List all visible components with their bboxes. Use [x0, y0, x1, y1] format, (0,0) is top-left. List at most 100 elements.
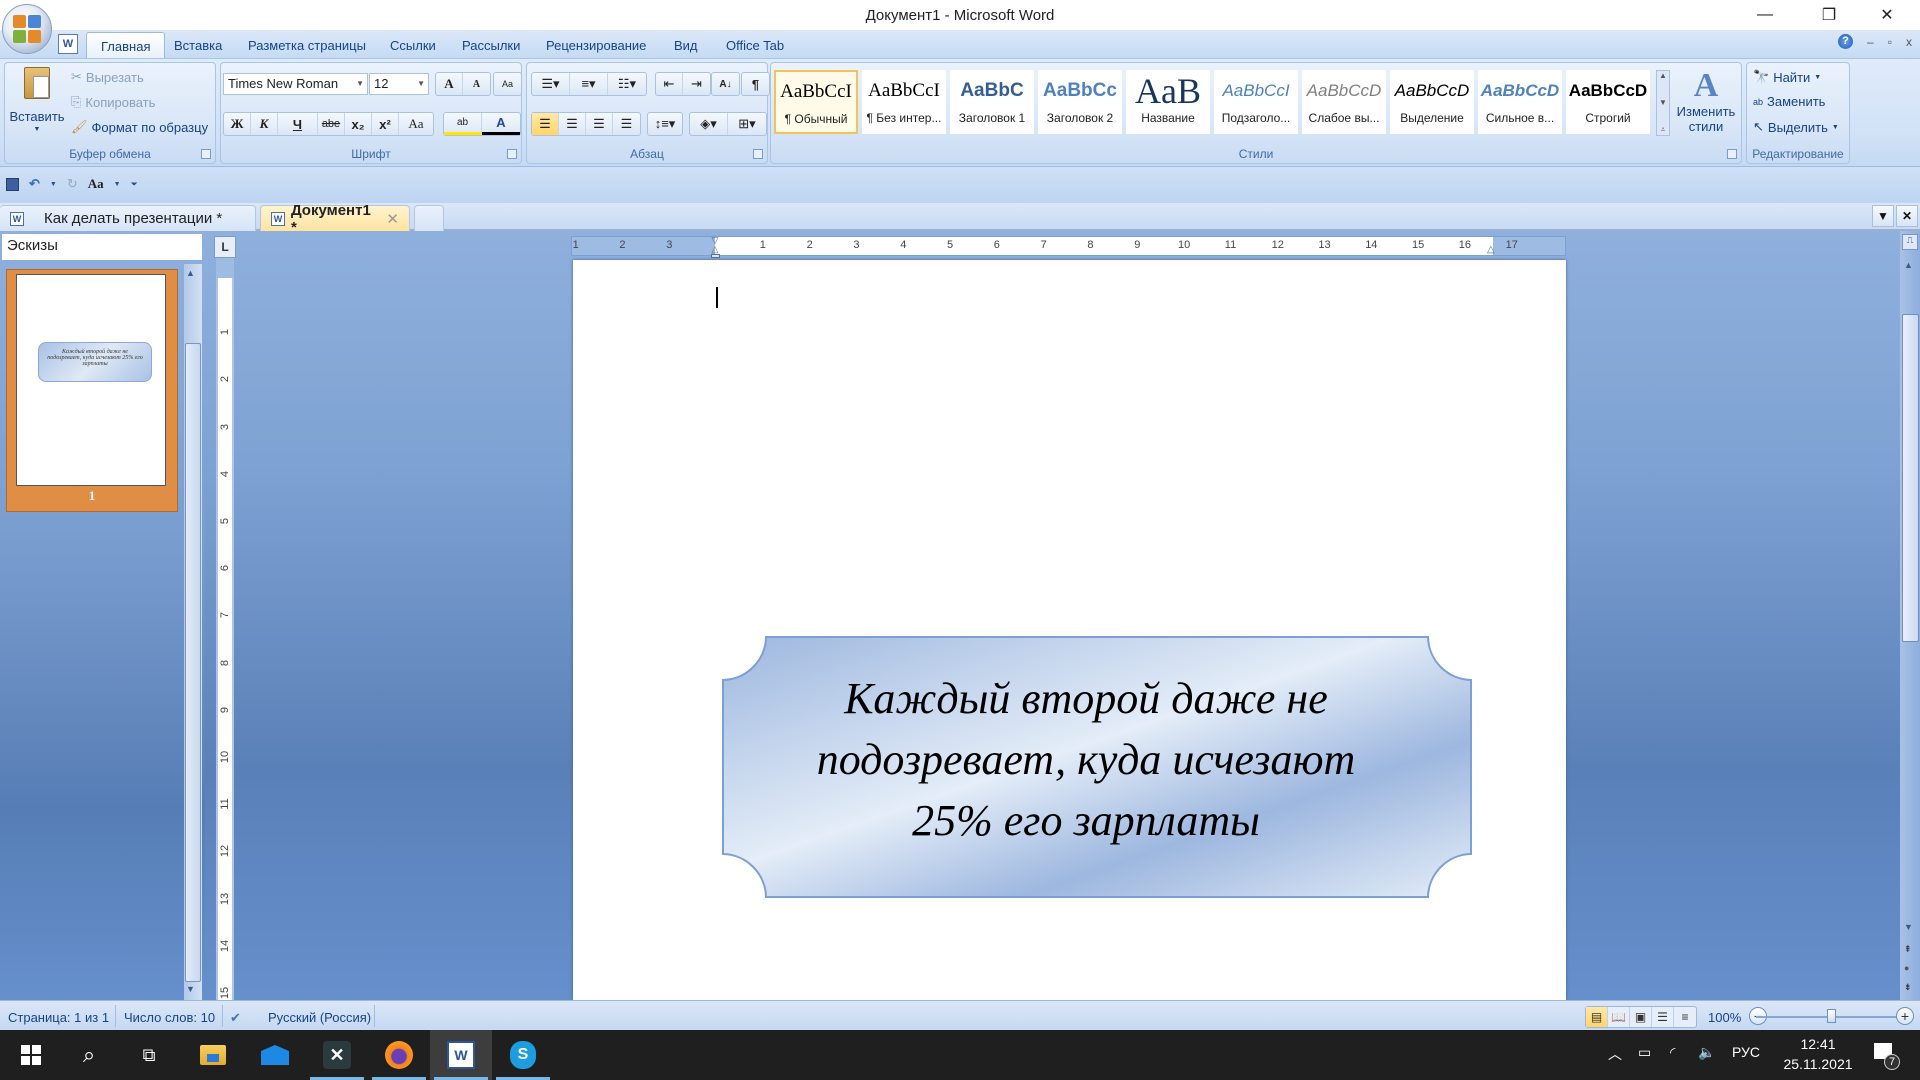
scroll-down-icon[interactable]: ▼	[186, 984, 195, 994]
close-document-button[interactable]: ✕	[1896, 205, 1918, 227]
volume-icon[interactable]: 🔈	[1698, 1044, 1715, 1061]
draft-view-button[interactable]: ≡	[1674, 1007, 1696, 1027]
tab-office-tab[interactable]: Office Tab	[712, 32, 798, 59]
language-status[interactable]: Русский (Россия)	[268, 1010, 371, 1025]
word-count-status[interactable]: Число слов: 10	[124, 1010, 215, 1025]
dropdown-icon[interactable]: ▼	[50, 181, 57, 188]
save-icon[interactable]	[6, 177, 19, 191]
doc-tab-presentations[interactable]: W Как делать презентации *	[0, 205, 256, 231]
align-center-button[interactable]: ☰	[559, 113, 586, 135]
close-tab-icon[interactable]: ✕	[386, 210, 399, 228]
copy-button[interactable]: ⎘ Копировать	[71, 94, 155, 110]
tab-insert[interactable]: Вставка	[160, 32, 236, 59]
bold-button[interactable]: Ж	[224, 113, 251, 135]
redo-icon[interactable]: ↻	[67, 176, 78, 192]
tab-home[interactable]: Главная	[86, 32, 166, 59]
right-indent-marker[interactable]: △	[1487, 244, 1495, 255]
style-strong[interactable]: AaBbCcD Строгий	[1566, 70, 1650, 134]
bullets-button[interactable]: ☰▾	[532, 73, 570, 95]
strikethrough-button[interactable]: abe	[318, 113, 345, 135]
style-emphasis[interactable]: AaBbCcD Выделение	[1390, 70, 1474, 134]
restore-button[interactable]: ❐	[1806, 0, 1852, 30]
find-button[interactable]: 🔭 Найти ▼	[1753, 69, 1821, 85]
styles-dialog-launcher[interactable]	[1727, 149, 1737, 159]
style-normal[interactable]: AaBbCcI ¶ Обычный	[774, 70, 858, 134]
customize-qat-icon[interactable]: ⏷	[131, 179, 138, 190]
new-tab-button[interactable]	[414, 205, 444, 231]
zoom-in-button[interactable]: +	[1896, 1007, 1914, 1025]
ruler-toggle-icon[interactable]: ⎍	[1902, 234, 1918, 250]
tab-references[interactable]: Ссылки	[376, 32, 450, 59]
select-button[interactable]: ↖ Выделить ▼	[1753, 119, 1839, 135]
proofing-icon[interactable]: ✔	[230, 1010, 241, 1026]
search-button[interactable]: ⌕	[58, 1030, 120, 1080]
taskbar-mail[interactable]	[244, 1030, 306, 1080]
change-styles-button[interactable]: A Изменить стили	[1674, 68, 1738, 135]
line-spacing-button[interactable]: ↕≡▾	[648, 113, 682, 135]
taskbar-firefox[interactable]	[368, 1030, 430, 1080]
next-page-icon[interactable]: ⇟	[1904, 982, 1912, 993]
task-view-button[interactable]: ⧉	[118, 1030, 180, 1080]
tab-list-dropdown[interactable]: ▼	[1872, 205, 1894, 227]
vertical-scroll-thumb[interactable]	[1902, 314, 1919, 642]
paragraph-dialog-launcher[interactable]	[753, 149, 763, 159]
office-button[interactable]	[2, 4, 52, 54]
chevron-down-icon[interactable]: ▼	[1659, 98, 1667, 107]
show-hidden-icons[interactable]: ︿	[1608, 1044, 1622, 1064]
font-dialog-launcher[interactable]	[507, 149, 517, 159]
increase-indent-button[interactable]: ⇥	[683, 73, 710, 95]
clock[interactable]: 12:41 25.11.2021	[1776, 1034, 1860, 1074]
doc-tab-document1[interactable]: W Документ1 * ✕	[260, 202, 410, 236]
decrease-indent-button[interactable]: ⇤	[656, 73, 683, 95]
font-case-button[interactable]: Aa	[88, 176, 104, 192]
taskbar-word[interactable]: W	[430, 1030, 492, 1080]
zoom-level[interactable]: 100%	[1708, 1010, 1741, 1025]
close-button[interactable]: ✕	[1864, 0, 1910, 30]
borders-button[interactable]: ⊞▾	[728, 113, 766, 135]
outline-view-button[interactable]: ☰	[1652, 1007, 1674, 1027]
battery-icon[interactable]: ▭	[1638, 1044, 1651, 1061]
underline-button[interactable]: Ч	[278, 113, 318, 135]
taskbar-file-explorer[interactable]	[182, 1030, 244, 1080]
clear-formatting-button[interactable]: Aa	[494, 73, 521, 95]
page-count-status[interactable]: Страница: 1 из 1	[8, 1010, 109, 1025]
paste-button[interactable]: Вставить ▼	[9, 67, 65, 133]
web-layout-view-button[interactable]: ▣	[1630, 1007, 1652, 1027]
wifi-icon[interactable]: ◜	[1670, 1044, 1675, 1061]
tab-selector[interactable]: L	[214, 236, 236, 258]
help-icon[interactable]: ?	[1838, 34, 1854, 49]
tab-mailings[interactable]: Рассылки	[448, 32, 534, 59]
scroll-down-icon[interactable]: ▼	[1904, 922, 1913, 932]
format-painter-button[interactable]: 🖌 Формат по образцу	[71, 119, 208, 135]
styles-gallery-scroll[interactable]: ▲ ▼ ⩡	[1656, 70, 1670, 136]
style-heading-1[interactable]: AaBbC Заголовок 1	[950, 70, 1034, 134]
font-name-combo[interactable]: Times New Roman ▼	[223, 73, 368, 95]
style-intense-emphasis[interactable]: AaBbCcD Сильное в...	[1478, 70, 1562, 134]
scroll-up-icon[interactable]: ▲	[1904, 260, 1913, 270]
replace-button[interactable]: ab Заменить	[1753, 94, 1825, 109]
shrink-font-button[interactable]: A	[463, 73, 490, 95]
font-color-button[interactable]: A	[482, 113, 520, 135]
shading-button[interactable]: ◈▾	[690, 113, 728, 135]
font-size-combo[interactable]: 12 ▼	[369, 73, 429, 95]
dropdown-icon[interactable]: ▼	[114, 181, 121, 188]
tab-review[interactable]: Рецензирование	[532, 32, 660, 59]
numbering-button[interactable]: ≡▾	[570, 73, 608, 95]
sort-button[interactable]: A↓	[712, 73, 739, 95]
justify-button[interactable]: ☰	[613, 113, 640, 135]
clipboard-dialog-launcher[interactable]	[201, 149, 211, 159]
align-right-button[interactable]: ☰	[586, 113, 613, 135]
zoom-slider-thumb[interactable]	[1827, 1009, 1836, 1023]
italic-button[interactable]: К	[251, 113, 278, 135]
change-case-button[interactable]: Aa	[399, 113, 433, 135]
style-no-spacing[interactable]: AaBbCcI ¶ Без интер...	[862, 70, 946, 134]
taskbar-skype[interactable]: S	[492, 1030, 554, 1080]
indent-markers[interactable]: ▽ △	[709, 236, 721, 258]
doc-close-button[interactable]: x	[1906, 35, 1912, 49]
chevron-up-icon[interactable]: ▲	[1659, 71, 1667, 80]
style-subtle-emphasis[interactable]: AaBbCcD Слабое вы...	[1302, 70, 1386, 134]
print-layout-view-button[interactable]: ▤	[1586, 1007, 1608, 1027]
scroll-up-icon[interactable]: ▲	[186, 268, 195, 278]
style-heading-2[interactable]: AaBbCc Заголовок 2	[1038, 70, 1122, 134]
word-document-icon[interactable]: W	[58, 34, 78, 54]
